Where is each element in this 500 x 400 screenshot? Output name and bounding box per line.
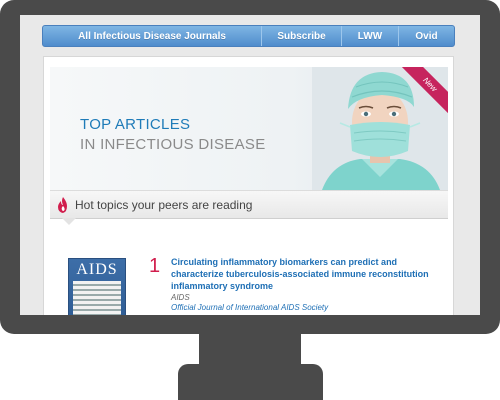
journal-cover[interactable]: AIDS	[68, 258, 126, 315]
hot-topics-label: Hot topics your peers are reading	[75, 197, 253, 212]
monitor-stand-base	[178, 364, 323, 400]
content-panel: TOP ARTICLES IN INFECTIOUS DISEASE New H…	[43, 56, 454, 315]
monitor-frame: All Infectious Disease Journals Subscrib…	[0, 0, 500, 334]
nav-ovid[interactable]: Ovid	[398, 26, 454, 46]
nav-subscribe[interactable]: Subscribe	[261, 26, 341, 46]
cover-page	[73, 281, 121, 315]
top-navigation: All Infectious Disease Journals Subscrib…	[42, 25, 455, 47]
nav-all-journals[interactable]: All Infectious Disease Journals	[43, 26, 261, 46]
article-journal: AIDS	[171, 293, 190, 302]
hot-topics-bar: Hot topics your peers are reading	[50, 190, 448, 225]
hot-topics-pointer	[62, 218, 76, 225]
article-society-link[interactable]: Official Journal of International AIDS S…	[171, 303, 328, 312]
cover-title: AIDS	[76, 261, 118, 278]
monitor-screen: All Infectious Disease Journals Subscrib…	[20, 15, 480, 315]
article-title-link[interactable]: Circulating inflammatory biomarkers can …	[171, 256, 441, 292]
list-item: AIDS 1 Circulating inflammatory biomarke…	[50, 239, 448, 315]
hero-title: TOP ARTICLES	[80, 116, 191, 133]
flame-icon	[58, 196, 67, 213]
article-rank: 1	[149, 255, 161, 277]
hero-banner[interactable]: TOP ARTICLES IN INFECTIOUS DISEASE New	[50, 67, 448, 190]
nav-lww[interactable]: LWW	[341, 26, 398, 46]
hero-subtitle: IN INFECTIOUS DISEASE	[80, 136, 266, 153]
